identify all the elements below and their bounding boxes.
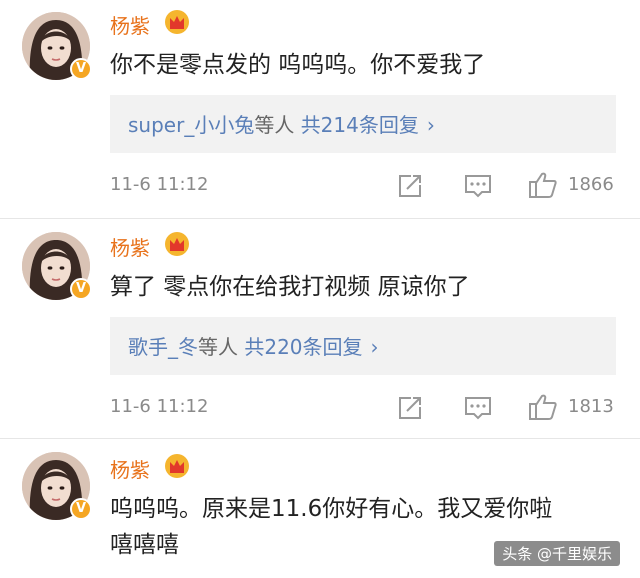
like-count: 1866 <box>568 174 614 195</box>
crown-icon <box>165 10 189 34</box>
comment-text-line: 呜呜呜。原来是11.6你好有心。我又爱你啦 <box>110 496 553 522</box>
share-icon[interactable] <box>397 173 423 199</box>
watermark: 头条 @千里娱乐 <box>494 541 620 566</box>
comment-text-line: 算了 零点你在给我打视频 原谅你了 <box>110 274 470 300</box>
reply-count-link[interactable]: 共214条回复 <box>301 113 419 137</box>
reply-count-link[interactable]: 共220条回复 <box>244 335 362 359</box>
comment-item: V 杨紫 算了 零点你在给我打视频 原谅你了 歌手_冬等人 共220条回复 › 1… <box>0 220 640 438</box>
like-count: 1813 <box>568 396 614 417</box>
chevron-right-icon[interactable]: › <box>371 335 379 359</box>
crown-icon <box>165 232 189 256</box>
username[interactable]: 杨紫 <box>110 454 150 483</box>
reply-users[interactable]: 歌手_冬 <box>128 335 198 359</box>
thumbs-up-icon[interactable] <box>528 171 558 199</box>
comment-icon[interactable] <box>464 173 492 199</box>
chevron-right-icon[interactable]: › <box>427 113 435 137</box>
reply-suffix: 等人 <box>198 335 238 359</box>
crown-icon <box>165 454 189 478</box>
comment-footer: 11-6 11:12 1813 <box>110 392 620 424</box>
username[interactable]: 杨紫 <box>110 232 150 261</box>
comment-time: 11-6 11:12 <box>110 396 209 417</box>
comment-item: V 杨紫 你不是零点发的 呜呜呜。你不爱我了 super_小小兔等人 共214条… <box>0 0 640 218</box>
comment-icon[interactable] <box>464 395 492 421</box>
comment-text: 你不是零点发的 呜呜呜。你不爱我了 <box>110 47 630 83</box>
reply-summary-box[interactable]: super_小小兔等人 共214条回复 › <box>110 95 616 153</box>
divider <box>0 218 640 219</box>
share-icon[interactable] <box>397 395 423 421</box>
reply-summary[interactable]: super_小小兔等人 共214条回复 › <box>128 109 435 138</box>
username[interactable]: 杨紫 <box>110 10 150 39</box>
divider <box>0 438 640 439</box>
reply-suffix: 等人 <box>254 113 295 137</box>
comment-text: 算了 零点你在给我打视频 原谅你了 <box>110 269 630 305</box>
thumbs-up-icon[interactable] <box>528 393 558 421</box>
comment-text-line: 你不是零点发的 呜呜呜。你不爱我了 <box>110 52 486 78</box>
reply-users[interactable]: super_小小兔 <box>128 113 254 137</box>
reply-summary[interactable]: 歌手_冬等人 共220条回复 › <box>128 331 379 360</box>
reply-summary-box[interactable]: 歌手_冬等人 共220条回复 › <box>110 317 616 375</box>
verified-badge-icon: V <box>70 498 92 520</box>
verified-badge-icon: V <box>70 58 92 80</box>
verified-badge-icon: V <box>70 278 92 300</box>
comment-time: 11-6 11:12 <box>110 174 209 195</box>
comment-footer: 11-6 11:12 1866 <box>110 170 620 202</box>
